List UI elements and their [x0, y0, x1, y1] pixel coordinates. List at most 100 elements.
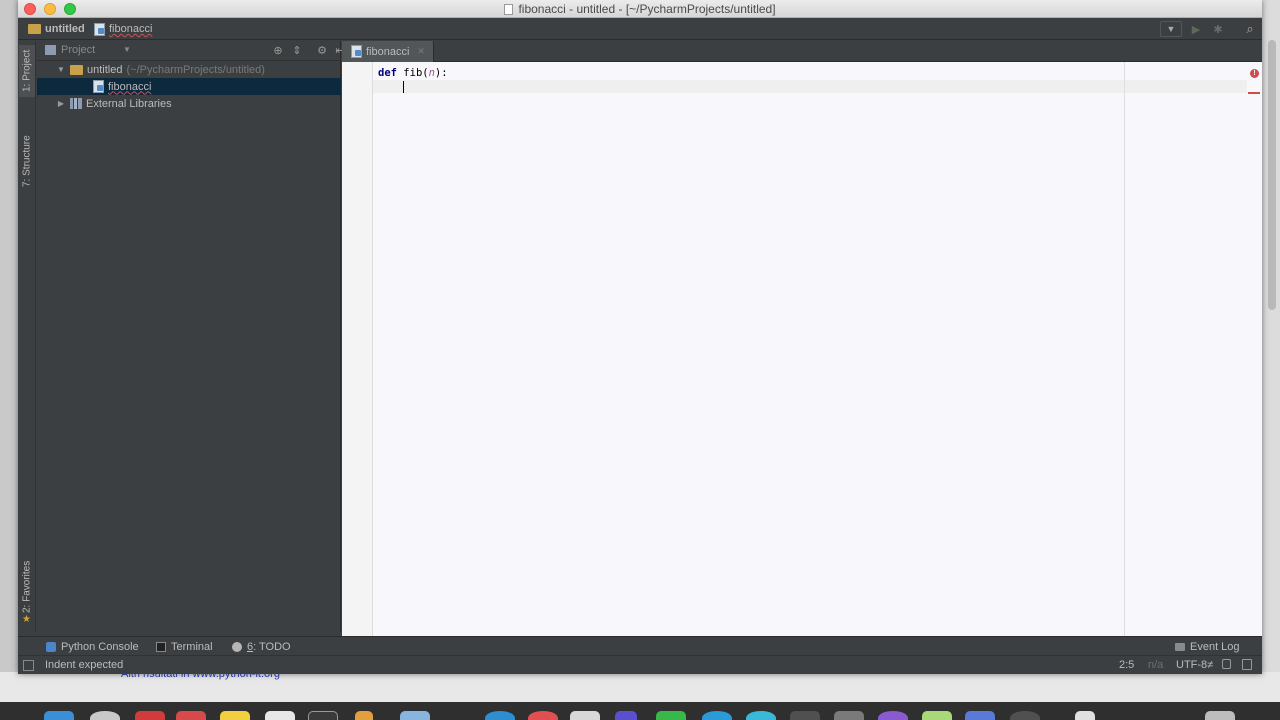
tree-root-path: (~/PycharmProjects/untitled): [126, 63, 265, 76]
breadcrumb-project-label: untitled: [45, 23, 85, 35]
line-separator[interactable]: n/a: [1148, 659, 1163, 671]
python-file-icon: [93, 80, 104, 93]
tool-button-terminal[interactable]: Terminal: [156, 639, 213, 654]
collapsed-arrow-icon[interactable]: ▶: [56, 99, 66, 108]
lock-icon[interactable]: [1222, 659, 1231, 669]
dock-app-icon[interactable]: [834, 711, 864, 720]
search-icon[interactable]: ⌕: [1242, 21, 1258, 37]
editor-tab-bar: fibonacci ✕: [342, 41, 1262, 62]
dock-app-icon[interactable]: [485, 711, 515, 720]
chevron-down-icon[interactable]: ▼: [123, 45, 131, 54]
tool-tab-project[interactable]: 1: Project: [19, 45, 35, 97]
dock-app-icon[interactable]: [878, 711, 908, 720]
dock-app-icon[interactable]: [702, 711, 732, 720]
dock: [0, 702, 1280, 720]
gear-icon[interactable]: ⚙: [315, 44, 329, 58]
editor-tab-fibonacci[interactable]: fibonacci ✕: [342, 41, 434, 62]
error-stripe-mark[interactable]: [1248, 92, 1260, 94]
tool-tab-project-label: 1: Project: [21, 49, 33, 93]
editor-tab-label: fibonacci: [366, 45, 410, 58]
dock-app-icon[interactable]: [965, 711, 995, 720]
expanded-arrow-icon[interactable]: ▼: [56, 65, 66, 74]
code-line[interactable]: def fib(n):: [378, 67, 448, 80]
tool-button-event-log[interactable]: Event Log: [1175, 639, 1240, 654]
dock-app-icon[interactable]: [90, 711, 120, 720]
tool-tab-favorites-label: 2: Favorites: [21, 560, 33, 614]
dock-app-icon[interactable]: [615, 711, 637, 720]
title-wrap: fibonacci - untitled - [~/PycharmProject…: [18, 0, 1262, 18]
tree-item-project-root[interactable]: ▼ untitled (~/PycharmProjects/untitled): [37, 61, 341, 78]
todo-label: 6: TODO: [247, 641, 291, 653]
dock-app-icon[interactable]: [656, 711, 686, 720]
run-configuration-dropdown[interactable]: ▼: [1160, 21, 1182, 37]
navigation-bar: untitled fibonacci ▼ ▶ ✱ ⌕: [18, 18, 1262, 40]
dock-app-icon[interactable]: [1010, 711, 1040, 720]
pycharm-window: fibonacci - untitled - [~/PycharmProject…: [18, 0, 1262, 674]
todo-text: : TODO: [253, 640, 291, 653]
python-console-icon: [46, 641, 56, 652]
event-log-icon: [1175, 642, 1185, 651]
tool-button-todo[interactable]: 6: TODO: [232, 639, 291, 654]
dock-app-icon[interactable]: [176, 711, 206, 720]
dock-app-icon[interactable]: [746, 711, 776, 720]
tool-tab-structure[interactable]: 7: Structure: [19, 125, 35, 197]
dock-app-icon[interactable]: [400, 711, 430, 720]
window-titlebar[interactable]: fibonacci - untitled - [~/PycharmProject…: [18, 0, 1262, 18]
dock-trash-icon[interactable]: [1205, 711, 1235, 720]
code-editor[interactable]: def fib(n):: [373, 62, 1262, 636]
dock-app-icon[interactable]: [265, 711, 295, 720]
error-indicator-icon[interactable]: !: [1250, 69, 1259, 78]
status-bar: Indent expected 2:5 n/a UTF-8≠: [18, 655, 1262, 674]
breadcrumb-file-label: fibonacci: [109, 23, 153, 35]
dock-app-icon[interactable]: [220, 711, 250, 720]
tree-root-label: untitled: [87, 63, 123, 76]
terminal-icon: [156, 641, 166, 652]
error-stripe[interactable]: !: [1247, 62, 1262, 636]
star-icon: ★: [22, 614, 31, 625]
dock-app-icon[interactable]: [355, 711, 373, 720]
background-window-edge: [1262, 0, 1280, 720]
collapse-all-icon[interactable]: ⇕: [290, 44, 304, 58]
left-tool-stripe: 1: Project 7: Structure 2: Favorites ★: [18, 41, 36, 632]
run-icon[interactable]: ▶: [1188, 21, 1204, 37]
dock-app-icon[interactable]: [44, 711, 74, 720]
python-file-icon: [94, 22, 105, 36]
inspector-icon[interactable]: [1242, 659, 1252, 670]
file-encoding[interactable]: UTF-8≠: [1176, 659, 1213, 671]
folder-icon: [70, 64, 83, 75]
project-view-label: Project: [61, 44, 96, 56]
dock-app-icon[interactable]: [528, 711, 558, 720]
bottom-tool-bar: Python Console Terminal 6: TODO Event Lo…: [18, 636, 1262, 655]
tool-tab-structure-label: 7: Structure: [21, 135, 33, 187]
project-view-selector[interactable]: Project: [45, 44, 95, 56]
tool-tab-favorites[interactable]: 2: Favorites: [19, 551, 35, 623]
dock-app-icon[interactable]: [570, 711, 600, 720]
close-tab-icon[interactable]: ✕: [417, 46, 425, 57]
project-view-icon: [45, 45, 56, 55]
dock-app-icon[interactable]: [790, 711, 820, 720]
caret-line-highlight: [373, 80, 1262, 93]
debug-icon[interactable]: ✱: [1210, 21, 1226, 37]
tree-item-external-libraries[interactable]: ▶ External Libraries: [37, 95, 341, 112]
tree-file-label: fibonacci: [108, 80, 152, 93]
tool-button-python-console[interactable]: Python Console: [46, 639, 139, 654]
caret-position[interactable]: 2:5: [1119, 659, 1134, 671]
window-title: fibonacci - untitled - [~/PycharmProject…: [518, 2, 776, 16]
breadcrumb-file[interactable]: fibonacci: [94, 22, 152, 36]
tree-libs-label: External Libraries: [86, 97, 172, 110]
project-panel-header: Project ▼ ⊕ ⇕ ⚙ ⇤: [37, 41, 345, 61]
tree-item-fibonacci[interactable]: fibonacci: [37, 78, 341, 95]
breadcrumb-project[interactable]: untitled: [28, 22, 85, 36]
event-log-label: Event Log: [1190, 640, 1240, 653]
todo-icon: [232, 641, 242, 652]
python-file-icon: [351, 45, 362, 58]
editor-gutter[interactable]: [342, 62, 373, 636]
toggle-tool-windows-icon[interactable]: [23, 660, 34, 671]
dock-app-icon[interactable]: [922, 711, 952, 720]
scroll-from-source-icon[interactable]: ⊕: [271, 44, 285, 58]
dock-app-icon[interactable]: [135, 711, 165, 720]
dock-app-icon[interactable]: [308, 711, 338, 720]
dock-app-icon[interactable]: [1075, 711, 1095, 720]
close-paren-colon: ):: [434, 67, 448, 79]
library-icon: [70, 98, 82, 109]
